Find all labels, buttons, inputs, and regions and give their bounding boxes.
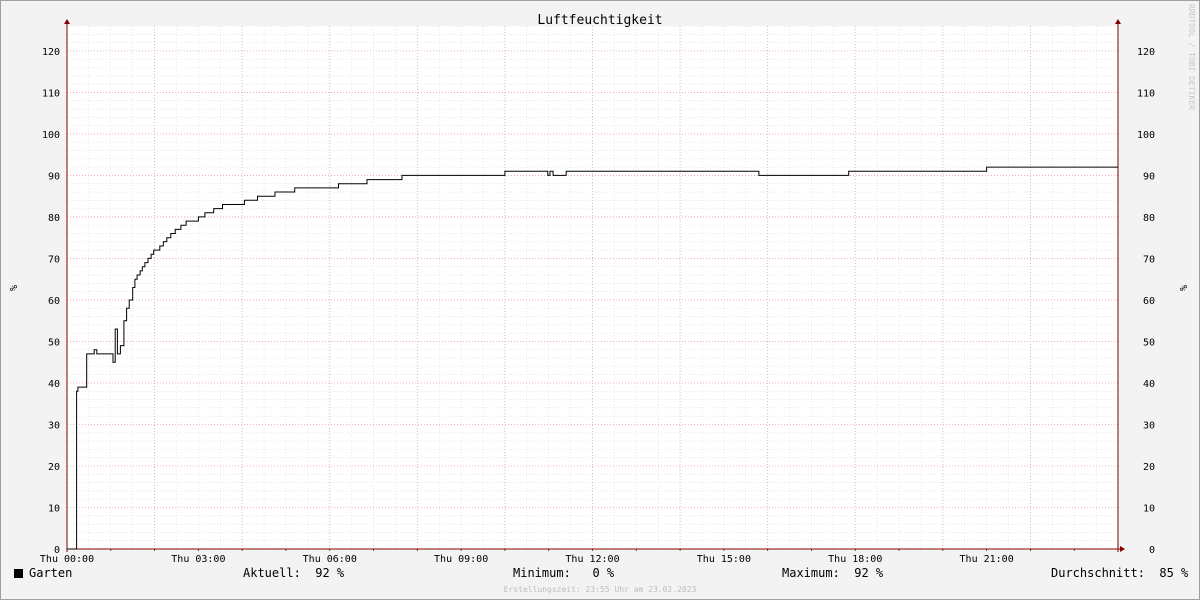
y-tick-labels-right: 0 10 20 30 40 50 60 70 80 90 100 110 120 — [1137, 47, 1155, 556]
x-axis-arrow — [1120, 546, 1125, 552]
x-tick-label: Thu 18:00 — [828, 554, 882, 565]
legend-average: Durchschnitt: 85 % — [1051, 566, 1188, 584]
y-tick-label: 60 — [48, 296, 60, 307]
legend-avg-label: Durchschnitt: — [1051, 566, 1145, 580]
y-tick-label: 80 — [48, 213, 60, 224]
legend-current-label: Aktuell: — [243, 566, 301, 580]
legend-max-value: 92 % — [854, 566, 884, 580]
y-tick-label: 20 — [1143, 462, 1155, 473]
y-tick-label: 100 — [42, 130, 60, 141]
y-axis-arrow-left — [64, 19, 70, 24]
y-tick-label: 90 — [1143, 171, 1155, 182]
y-tick-label: 0 — [1149, 545, 1155, 556]
legend-current-value: 92 % — [315, 566, 345, 580]
y-tick-label: 40 — [48, 379, 60, 390]
chart-title: Luftfeuchtigkeit — [537, 13, 662, 28]
y-axis-arrow-right — [1115, 19, 1121, 24]
y-tick-label: 120 — [42, 47, 60, 58]
legend-avg-value: 85 % — [1159, 566, 1189, 580]
y-tick-label: 10 — [1143, 503, 1155, 514]
y-tick-label: 40 — [1143, 379, 1155, 390]
y-tick-label: 30 — [1143, 420, 1155, 431]
x-tick-label: Thu 03:00 — [171, 554, 225, 565]
y-axis-label-left: % — [7, 285, 18, 291]
y-tick-label: 120 — [1137, 47, 1155, 58]
y-axis-label-right: % — [1177, 285, 1188, 291]
y-tick-label: 80 — [1143, 213, 1155, 224]
legend-series-name: Garten — [29, 566, 73, 580]
y-tick-label: 10 — [48, 503, 60, 514]
legend-series: Garten — [14, 566, 72, 584]
legend-swatch — [14, 569, 23, 578]
legend-min-label: Minimum: — [513, 566, 571, 580]
y-tick-label: 50 — [1143, 337, 1155, 348]
y-tick-label: 30 — [48, 420, 60, 431]
rrdtool-watermark: RRDTOOL / TOBI OETIKER — [1187, 4, 1196, 110]
y-tick-label: 50 — [48, 337, 60, 348]
y-tick-label: 110 — [42, 88, 60, 99]
legend-max-label: Maximum: — [782, 566, 840, 580]
x-tick-label: Thu 15:00 — [697, 554, 751, 565]
x-tick-label: Thu 00:00 — [40, 554, 94, 565]
x-tick-label: Thu 09:00 — [434, 554, 488, 565]
y-tick-label: 90 — [48, 171, 60, 182]
x-tick-label: Thu 06:00 — [303, 554, 357, 565]
x-tick-label: Thu 12:00 — [565, 554, 619, 565]
legend-min-value: 0 % — [592, 566, 615, 580]
chart: 0 10 20 30 40 50 60 70 80 90 100 110 120 0 10 20 30 40 50… — [7, 13, 1188, 565]
legend-maximum: Maximum: 92 % — [782, 566, 883, 584]
y-tick-label: 100 — [1137, 130, 1155, 141]
legend-current: Aktuell: 92 % — [243, 566, 344, 584]
y-tick-labels-left: 0102030405060708090100110120 — [42, 47, 60, 556]
y-tick-label: 20 — [48, 462, 60, 473]
y-tick-label: 70 — [48, 254, 60, 265]
legend-minimum: Minimum: 0 % — [513, 566, 614, 584]
y-tick-label: 60 — [1143, 296, 1155, 307]
y-tick-label: 110 — [1137, 88, 1155, 99]
x-tick-labels: Thu 00:00 Thu 03:00 Thu 06:00 Thu 09:00 Thu … — [40, 554, 1014, 565]
x-tick-label: Thu 21:00 — [960, 554, 1014, 565]
creation-timestamp: Erstellungszeit: 23:55 Uhr am 23.02.2023 — [503, 585, 697, 594]
y-tick-label: 70 — [1143, 254, 1155, 265]
